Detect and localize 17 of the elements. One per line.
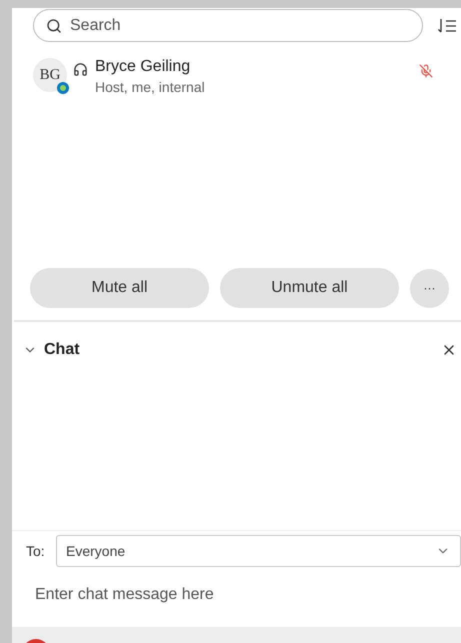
status-icon [57, 82, 69, 94]
to-label: To: [26, 542, 46, 560]
search-input[interactable]: Search [70, 14, 410, 38]
sort-icon[interactable] [437, 16, 457, 34]
search-field[interactable]: Search [33, 9, 423, 42]
mute-button[interactable]: Mute all [30, 268, 209, 308]
chat-title: Chat [44, 340, 81, 360]
participant-name: Bryce Geiling [95, 57, 192, 77]
search-icon [46, 18, 62, 34]
mute-button[interactable]: Unmute all [220, 268, 399, 308]
avatar: BG [33, 58, 67, 92]
headset-icon [73, 62, 88, 77]
muted-mic-icon[interactable] [419, 64, 433, 78]
recipient-dropdown[interactable]: Everyone [56, 535, 461, 567]
message-input[interactable]: Enter chat message here [35, 581, 438, 609]
more-button[interactable]: ··· [410, 268, 449, 308]
participant-role: Host, me, internal [95, 78, 206, 96]
